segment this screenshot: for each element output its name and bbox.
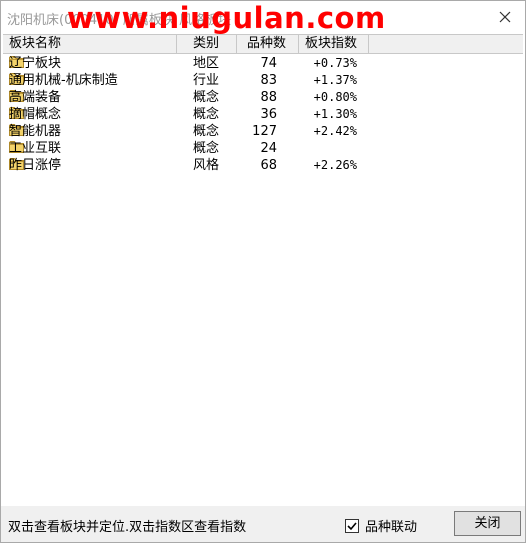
column-header-count[interactable]: 品种数 — [237, 35, 299, 53]
sector-name: 工业互联 — [9, 141, 62, 156]
checkbox-label: 品种联动 — [365, 520, 418, 535]
table-header: 板块名称 类别 品种数 板块指数 — [3, 35, 523, 54]
sector-name: 智能机器 — [9, 124, 62, 139]
sector-index[interactable]: +1.37% — [285, 72, 357, 89]
sector-name: 摘帽概念 — [9, 107, 62, 122]
close-icon[interactable] — [495, 7, 515, 27]
sector-name: 高端装备 — [9, 90, 62, 105]
column-header-type[interactable]: 类别 — [177, 35, 237, 53]
sector-type: 概念 — [193, 90, 220, 105]
sector-table[interactable]: 板块名称 类别 品种数 板块指数 辽宁板块 地区 74 +0.73% 通用机械-机床制造… — [3, 34, 523, 505]
sector-count: 83 — [260, 73, 277, 88]
check-icon — [347, 522, 357, 531]
sector-name: 通用机械-机床制造 — [9, 73, 118, 88]
sector-type: 风格 — [193, 158, 220, 173]
column-header-name[interactable]: 板块名称 — [3, 35, 177, 53]
table-row[interactable]: 辽宁板块 地区 74 +0.73% — [3, 55, 523, 72]
checkbox-box[interactable] — [345, 519, 359, 533]
table-body: 辽宁板块 地区 74 +0.73% 通用机械-机床制造 行业 83 +1.37% 高端装备 概念 8… — [3, 55, 523, 174]
sector-type: 地区 — [193, 56, 220, 71]
sector-index[interactable]: +0.80% — [285, 89, 357, 106]
sector-type: 概念 — [193, 141, 220, 156]
sector-count: 127 — [252, 124, 277, 139]
table-row[interactable]: 通用机械-机床制造 行业 83 +1.37% — [3, 72, 523, 89]
footer-bar: 双击查看板块并定位.双击指数区查看指数 品种联动 关闭 — [1, 506, 525, 542]
hint-text: 双击查看板块并定位.双击指数区查看指数 — [8, 520, 247, 535]
dialog-window: 沈阳机床(000410) 所属板块 风格板块 www.niugulan.com … — [0, 0, 526, 543]
sector-index[interactable]: +1.30% — [285, 106, 357, 123]
table-row[interactable]: 昨日涨停 风格 68 +2.26% — [3, 157, 523, 174]
sector-count: 88 — [260, 90, 277, 105]
close-button[interactable]: 关闭 — [454, 511, 521, 536]
sector-count: 68 — [260, 158, 277, 173]
table-row[interactable]: 工业互联 概念 24 — [3, 140, 523, 157]
sector-type: 概念 — [193, 124, 220, 139]
sector-count: 36 — [260, 107, 277, 122]
sector-name: 昨日涨停 — [9, 158, 62, 173]
sector-name: 辽宁板块 — [9, 56, 62, 71]
sector-index[interactable]: +2.42% — [285, 123, 357, 140]
column-header-index[interactable]: 板块指数 — [299, 35, 369, 53]
sector-count: 24 — [260, 141, 277, 156]
sector-type: 概念 — [193, 107, 220, 122]
table-row[interactable]: 摘帽概念 概念 36 +1.30% — [3, 106, 523, 123]
sector-index[interactable]: +2.26% — [285, 157, 357, 174]
title-bar: 沈阳机床(000410) 所属板块 风格板块 www.niugulan.com — [1, 1, 525, 35]
table-row[interactable]: 高端装备 概念 88 +0.80% — [3, 89, 523, 106]
sector-index[interactable]: +0.73% — [285, 55, 357, 72]
table-row[interactable]: 智能机器 概念 127 +2.42% — [3, 123, 523, 140]
link-checkbox[interactable]: 品种联动 — [345, 516, 417, 535]
sector-type: 行业 — [193, 73, 220, 88]
watermark: www.niugulan.com — [67, 1, 386, 35]
sector-count: 74 — [260, 56, 277, 71]
